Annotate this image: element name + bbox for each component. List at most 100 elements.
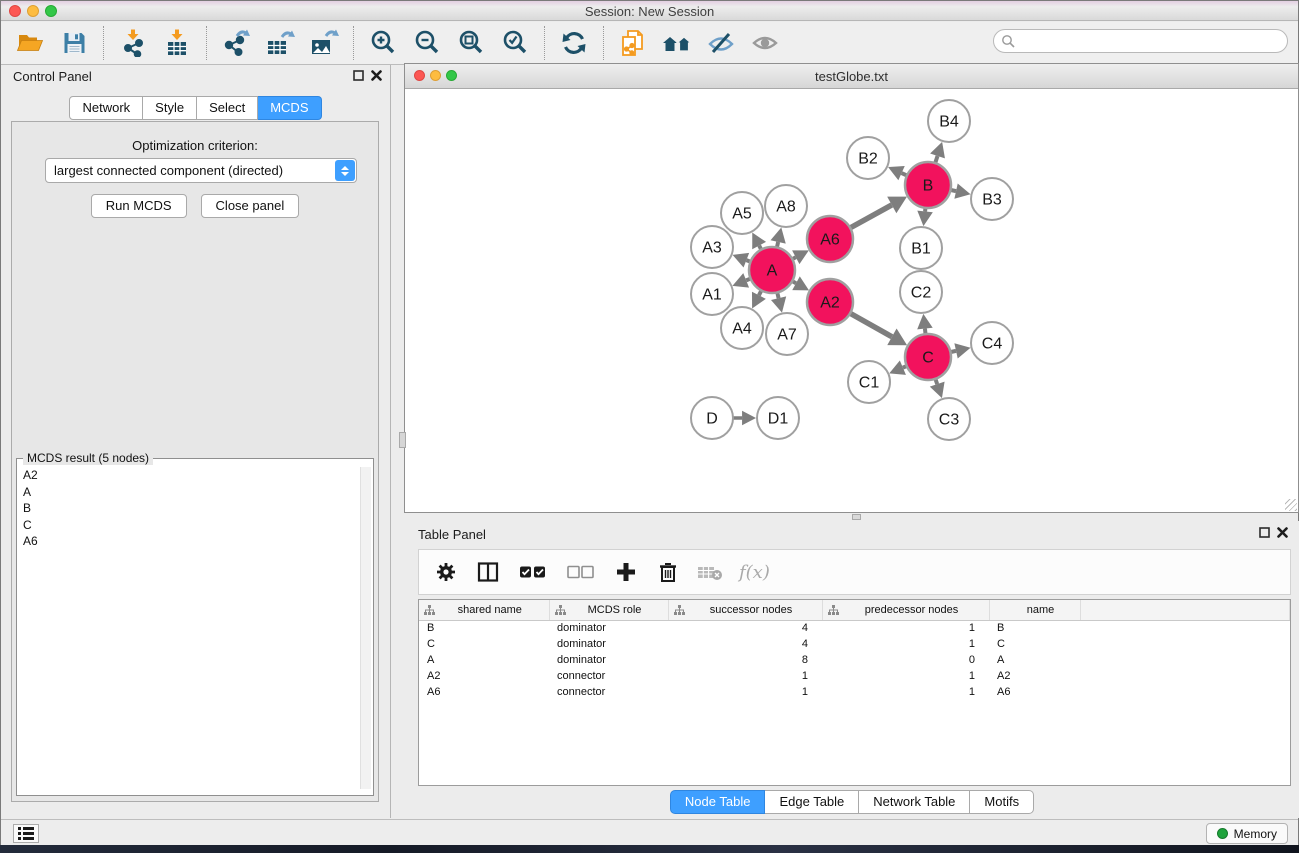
column-header-shared-name[interactable]: shared name <box>419 600 549 620</box>
column-header-MCDS-role[interactable]: MCDS role <box>549 600 668 620</box>
result-item[interactable]: A2 <box>23 467 359 484</box>
cell[interactable]: 1 <box>668 668 822 684</box>
close-panel-icon[interactable] <box>1277 527 1288 538</box>
result-item[interactable]: B <box>23 500 359 517</box>
node-label-A7: A7 <box>777 327 797 344</box>
tab-mcds[interactable]: MCDS <box>258 96 321 120</box>
cell-empty <box>1080 652 1290 668</box>
result-item[interactable]: A <box>23 484 359 501</box>
table-row[interactable]: A2connector11A2 <box>419 668 1290 684</box>
cell[interactable]: A <box>419 652 549 668</box>
search-input[interactable] <box>993 29 1288 53</box>
column-header-predecessor-nodes[interactable]: predecessor nodes <box>822 600 989 620</box>
cell[interactable]: 1 <box>822 620 989 636</box>
zoom-in-icon[interactable] <box>366 27 400 59</box>
cell[interactable]: A <box>989 652 1080 668</box>
new-network-from-selection-icon[interactable] <box>616 27 650 59</box>
open-session-icon[interactable] <box>13 27 47 59</box>
zoom-selected-icon[interactable] <box>498 27 532 59</box>
result-scrollbar[interactable] <box>360 467 371 789</box>
cell[interactable]: A6 <box>419 684 549 700</box>
cell[interactable]: C <box>419 636 549 652</box>
cell[interactable]: 4 <box>668 620 822 636</box>
cell[interactable]: 4 <box>668 636 822 652</box>
export-table-icon[interactable] <box>263 27 297 59</box>
criterion-select[interactable]: largest connected component (directed) <box>45 158 357 183</box>
table-row[interactable]: Bdominator41B <box>419 620 1290 636</box>
cell[interactable]: B <box>419 620 549 636</box>
cell[interactable]: B <box>989 620 1080 636</box>
split-pane-grip[interactable] <box>399 432 406 448</box>
edge-A6-B[interactable] <box>848 205 891 229</box>
cell[interactable]: dominator <box>549 652 668 668</box>
float-panel-icon[interactable] <box>1259 527 1270 538</box>
table-header-row[interactable]: shared nameMCDS rolesuccessor nodesprede… <box>419 600 1290 620</box>
tab-node-table[interactable]: Node Table <box>670 790 766 814</box>
table-row[interactable]: Adominator80A <box>419 652 1290 668</box>
import-table-icon[interactable] <box>160 27 194 59</box>
float-panel-icon[interactable] <box>353 70 364 81</box>
import-network-icon[interactable] <box>116 27 150 59</box>
edge-A2-C[interactable] <box>848 312 892 336</box>
export-network-icon[interactable] <box>219 27 253 59</box>
create-new-column-icon[interactable] <box>613 559 639 585</box>
cell[interactable]: A2 <box>989 668 1080 684</box>
tab-motifs[interactable]: Motifs <box>970 790 1034 814</box>
cell[interactable]: 1 <box>822 636 989 652</box>
table-row[interactable]: A6connector11A6 <box>419 684 1290 700</box>
zoom-out-icon[interactable] <box>410 27 444 59</box>
tab-edge-table[interactable]: Edge Table <box>765 790 859 814</box>
task-history-button[interactable] <box>13 824 39 843</box>
cell[interactable]: C <box>989 636 1080 652</box>
tab-network[interactable]: Network <box>69 96 143 120</box>
run-mcds-button[interactable]: Run MCDS <box>91 194 187 218</box>
delete-columns-icon[interactable] <box>655 559 681 585</box>
window-resize-grip[interactable] <box>1285 499 1297 511</box>
save-session-icon[interactable] <box>57 27 91 59</box>
network-window-titlebar: testGlobe.txt <box>405 64 1298 89</box>
cell[interactable]: 1 <box>822 684 989 700</box>
export-image-icon[interactable] <box>307 27 341 59</box>
first-neighbors-icon[interactable] <box>660 27 694 59</box>
show-column-panel-icon[interactable] <box>475 559 501 585</box>
show-all-icon[interactable] <box>748 27 782 59</box>
node-label-A8: A8 <box>776 199 796 216</box>
table-row[interactable]: Cdominator41C <box>419 636 1290 652</box>
node-table-grid[interactable]: shared nameMCDS rolesuccessor nodesprede… <box>419 600 1290 700</box>
cell[interactable]: 1 <box>668 684 822 700</box>
cell[interactable]: connector <box>549 668 668 684</box>
result-item[interactable]: A6 <box>23 533 359 550</box>
cell[interactable]: 0 <box>822 652 989 668</box>
tab-network-table[interactable]: Network Table <box>859 790 970 814</box>
zoom-fit-icon[interactable] <box>454 27 488 59</box>
node-label-C: C <box>922 350 934 367</box>
result-item[interactable]: C <box>23 517 359 534</box>
cell[interactable]: connector <box>549 684 668 700</box>
arrowhead-icon <box>917 211 933 227</box>
mcds-result-list[interactable]: A2ABCA6 <box>19 467 359 789</box>
apply-layout-icon[interactable] <box>557 27 591 59</box>
cell[interactable]: 8 <box>668 652 822 668</box>
column-header-successor-nodes[interactable]: successor nodes <box>668 600 822 620</box>
tab-select[interactable]: Select <box>197 96 258 120</box>
memory-button[interactable]: Memory <box>1206 823 1288 844</box>
column-header-empty <box>1080 600 1290 620</box>
close-panel-button[interactable]: Close panel <box>201 194 300 218</box>
unselect-all-columns-icon[interactable] <box>565 559 597 585</box>
close-panel-icon[interactable] <box>371 70 382 81</box>
node-label-B3: B3 <box>982 192 1002 209</box>
tab-style[interactable]: Style <box>143 96 197 120</box>
network-canvas[interactable]: B4B2BB3A8A5A6A3B1AA1C2A2A4A7C4CC1C3DD1 <box>405 89 1298 510</box>
cell[interactable]: 1 <box>822 668 989 684</box>
horizontal-split-grip[interactable] <box>852 514 861 520</box>
cell[interactable]: dominator <box>549 636 668 652</box>
cell[interactable]: A6 <box>989 684 1080 700</box>
window-titlebar: Session: New Session <box>1 1 1298 21</box>
network-graph[interactable]: B4B2BB3A8A5A6A3B1AA1C2A2A4A7C4CC1C3DD1 <box>405 89 1298 510</box>
table-options-gear-icon[interactable] <box>433 559 459 585</box>
select-all-columns-icon[interactable] <box>517 559 549 585</box>
column-header-name[interactable]: name <box>989 600 1080 620</box>
cell[interactable]: A2 <box>419 668 549 684</box>
hide-selected-icon[interactable] <box>704 27 738 59</box>
cell[interactable]: dominator <box>549 620 668 636</box>
